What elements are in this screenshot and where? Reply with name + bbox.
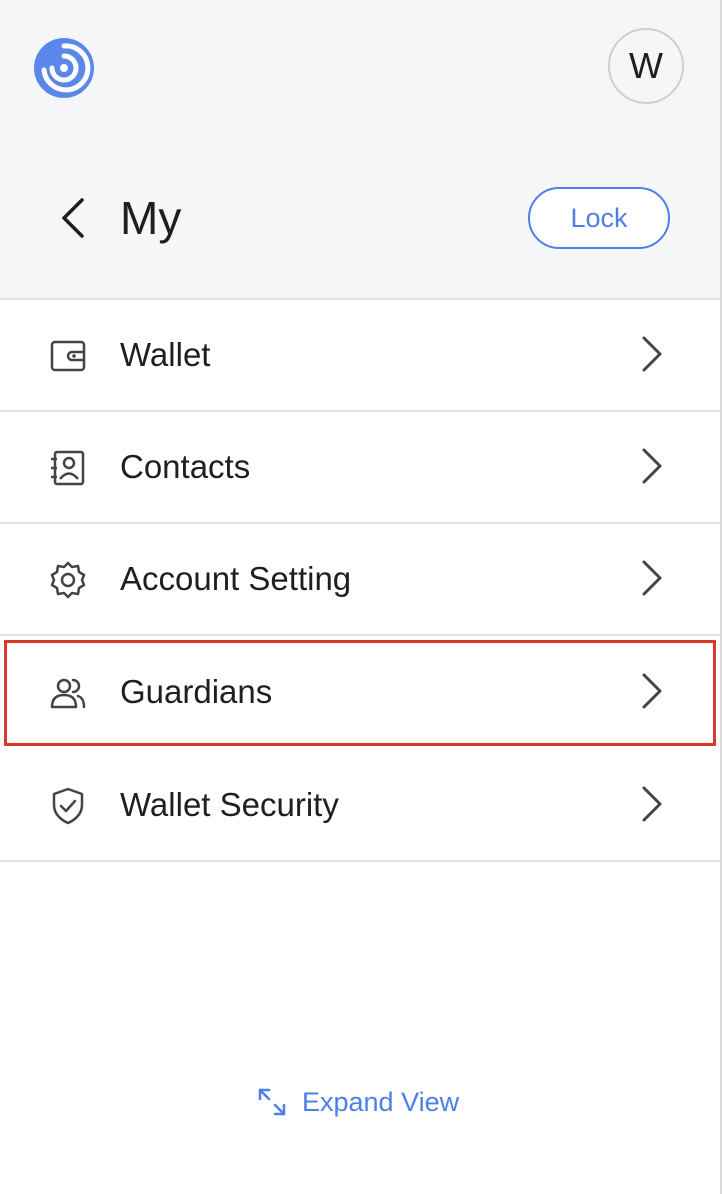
lock-button[interactable]: Lock [528, 187, 670, 249]
shield-check-icon [52, 787, 84, 825]
gear-icon [50, 561, 86, 599]
chevron-right-icon [642, 560, 662, 596]
expand-icon [258, 1088, 286, 1116]
expand-view-label: Expand View [302, 1086, 460, 1117]
header: W My Lock [0, 0, 720, 300]
menu-item-label: Guardians [120, 673, 273, 710]
menu-item-wallet-security[interactable]: Wallet Security [0, 750, 720, 862]
menu-item-account-setting[interactable]: Account Setting [0, 524, 720, 636]
logo-icon [34, 38, 94, 98]
avatar[interactable]: W [608, 28, 684, 104]
menu-item-guardians[interactable]: Guardians [4, 640, 716, 746]
menu-item-wallet[interactable]: Wallet [0, 300, 720, 412]
menu-item-label: Wallet Security [120, 786, 339, 823]
chevron-right-icon [642, 786, 662, 822]
menu-list: Wallet Contacts Account Setting Guardian… [0, 300, 720, 862]
menu-item-contacts[interactable]: Contacts [0, 412, 720, 524]
back-button[interactable] [52, 192, 92, 244]
contacts-icon [51, 450, 85, 486]
menu-item-label: Wallet [120, 336, 211, 373]
menu-item-label: Account Setting [120, 560, 352, 597]
wallet-icon [50, 340, 86, 372]
chevron-right-icon [642, 673, 662, 709]
chevron-left-icon [62, 198, 84, 238]
chevron-right-icon [642, 336, 662, 372]
expand-view-link[interactable]: Expand View [256, 1086, 459, 1118]
chevron-right-icon [642, 448, 662, 484]
page-title: My [120, 192, 182, 244]
menu-item-label: Contacts [120, 448, 251, 485]
users-icon [50, 678, 86, 709]
